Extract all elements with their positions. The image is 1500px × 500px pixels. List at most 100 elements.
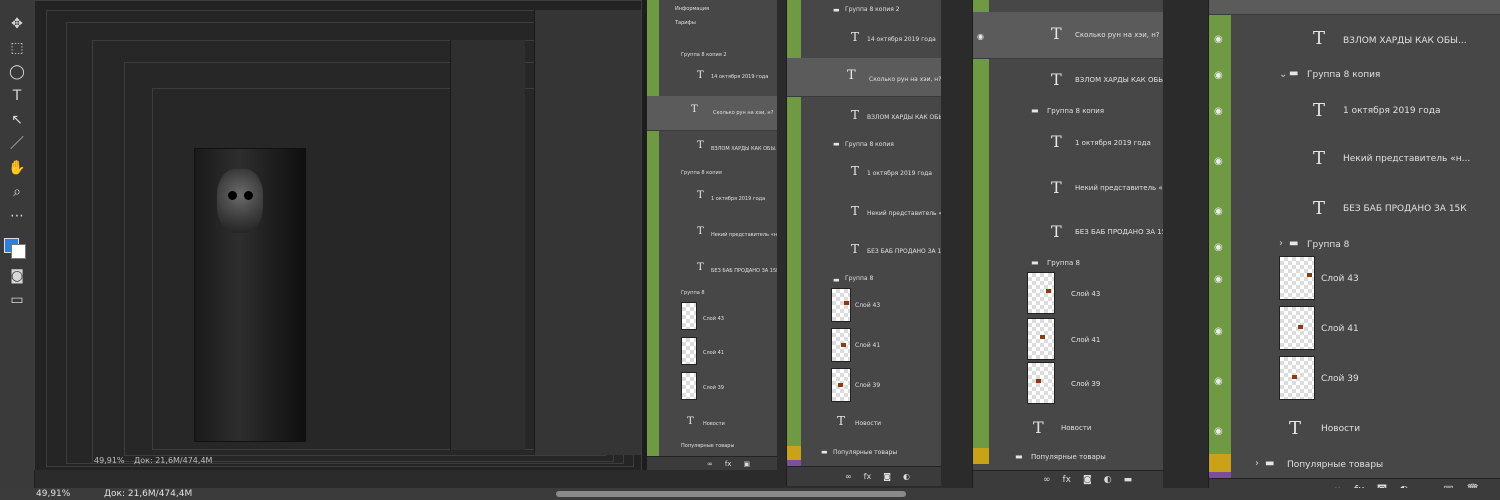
- layer-name: Слой 39: [855, 382, 881, 389]
- tools-panel: ✥ ⬚ ◯ T ↖ ／ ✋ ⌕ ⋯ ◙ ▭: [0, 0, 35, 488]
- layer-name: Слой 43: [855, 302, 881, 309]
- eye-icon[interactable]: ◉: [1214, 156, 1223, 167]
- layer-name: Сколько рун на хэи, н?: [869, 76, 941, 83]
- adjustment-icon[interactable]: ◐: [1104, 471, 1112, 488]
- text-layer-icon: T: [851, 204, 860, 218]
- link-icon[interactable]: ∞: [845, 467, 852, 486]
- lasso-tool-icon[interactable]: ◯: [7, 62, 27, 82]
- link-icon[interactable]: ∞: [707, 457, 713, 470]
- layer-row-selected[interactable]: [1209, 0, 1500, 15]
- layer-name: Информация: [675, 6, 710, 12]
- path-selection-tool-icon[interactable]: ↖: [7, 110, 27, 130]
- layer-name: Популярные товары: [833, 449, 898, 456]
- eye-icon[interactable]: ◉: [977, 32, 984, 41]
- more-tools-icon[interactable]: ⋯: [7, 206, 27, 226]
- layers-panel-footer: ∞fx◙◐▬▣🗑: [787, 466, 941, 486]
- document-size: Док: 21,6M/474,4M: [104, 489, 193, 499]
- layers-panel-small: Информация Тарифы Группа 8 копия 2 T 14 …: [646, 0, 777, 470]
- layer-name: ВЗЛОМ ХАРДЫ КАК ОБЫ...: [711, 146, 777, 152]
- zoom-tool-icon[interactable]: ⌕: [7, 182, 27, 202]
- text-layer-icon: T: [1289, 418, 1302, 439]
- eye-icon[interactable]: ◉: [1214, 326, 1223, 337]
- creepy-face: [217, 169, 263, 233]
- layer-name: Группа 8 копия: [1047, 107, 1105, 115]
- layer-name: Сколько рун на хэи, н?: [713, 110, 774, 116]
- eye-icon[interactable]: ◉: [1214, 206, 1223, 217]
- eye-icon[interactable]: ◉: [1214, 242, 1223, 253]
- layer-name: Группа 8 копия 2: [681, 52, 727, 58]
- layer-name: Слой 39: [703, 385, 724, 391]
- eye-icon[interactable]: ◉: [1214, 70, 1223, 81]
- layer-thumbnail: [681, 337, 697, 365]
- layer-name: Группа 8: [845, 275, 874, 282]
- expand-chevron-icon[interactable]: ⌄: [1279, 69, 1287, 80]
- mask-icon[interactable]: ◙: [883, 467, 891, 486]
- line-tool-icon[interactable]: ／: [7, 134, 27, 154]
- text-layer-icon: T: [1313, 100, 1326, 121]
- text-layer-icon: T: [1051, 70, 1062, 89]
- eye-icon[interactable]: ◉: [1214, 376, 1223, 387]
- layer-name: Слой 41: [1321, 324, 1359, 334]
- zoom-level[interactable]: 49,91%: [36, 489, 70, 499]
- layer-name: 1 октября 2019 года: [711, 196, 766, 202]
- layer-name: Новости: [855, 420, 882, 427]
- visibility-column: [973, 0, 989, 448]
- new-layer-icon[interactable]: ▣: [743, 457, 750, 470]
- layer-name: Слой 39: [1071, 380, 1101, 388]
- text-layer-icon: T: [851, 30, 860, 44]
- screen-mode-icon[interactable]: ▭: [7, 290, 27, 310]
- face-eye: [228, 191, 237, 200]
- adjustment-icon[interactable]: ◐: [903, 467, 910, 486]
- layer-name: ВЗЛОМ ХАРДЫ КАК ОБЫ...: [867, 114, 941, 121]
- fx-icon[interactable]: fx: [1063, 471, 1072, 488]
- nested-status-doc: Док: 21,6M/474,4M: [134, 456, 213, 465]
- text-layer-icon: T: [697, 140, 704, 151]
- quick-mask-icon[interactable]: ◙: [7, 266, 27, 286]
- move-tool-icon[interactable]: ✥: [7, 14, 27, 34]
- layer-name: Новости: [1061, 424, 1092, 432]
- fx-icon[interactable]: fx: [864, 467, 872, 486]
- eye-icon[interactable]: ◉: [1214, 34, 1223, 45]
- layer-name: Слой 43: [1321, 274, 1359, 284]
- folder-icon: ▬: [1289, 68, 1299, 79]
- type-tool-icon[interactable]: T: [7, 86, 27, 106]
- layers-panel-medium: ▬ Группа 8 копия 2 T 14 октября 2019 год…: [786, 0, 941, 486]
- eye-icon[interactable]: ◉: [1214, 426, 1223, 437]
- background-color-swatch[interactable]: [11, 244, 26, 259]
- layer-name: Группа 8 копия: [845, 141, 894, 148]
- marquee-tool-icon[interactable]: ⬚: [7, 38, 27, 58]
- nested-layers-panel: [534, 10, 641, 455]
- text-layer-icon: T: [837, 414, 846, 428]
- layer-name: Группа 8: [681, 290, 705, 296]
- folder-icon: ▬: [1289, 238, 1299, 249]
- expand-chevron-icon[interactable]: ›: [1255, 458, 1259, 469]
- mask-icon[interactable]: ◙: [1083, 471, 1092, 488]
- link-icon[interactable]: ∞: [1043, 471, 1051, 488]
- nested-screenshot-area: 49,91% Док: 21,6M/474,4M: [34, 0, 646, 470]
- layer-name: Слой 41: [855, 342, 881, 349]
- layers-panel-main: ◉ T ВЗЛОМ ХАРДЫ КАК ОБЫ... ◉ ⌄ ▬ Группа …: [1208, 0, 1500, 500]
- layer-name: 14 октября 2019 года: [867, 36, 936, 43]
- group-icon[interactable]: ▬: [1124, 471, 1133, 488]
- layer-name: БЕЗ БАБ ПРОДАНО ЗА 15К: [1343, 204, 1467, 214]
- layer-name: Некий представитель «н...: [867, 210, 941, 217]
- fx-icon[interactable]: fx: [725, 457, 732, 470]
- layer-name: Группа 8 копия 2: [845, 6, 900, 13]
- text-layer-icon: T: [697, 70, 704, 81]
- artwork-image: [194, 148, 306, 442]
- eye-icon[interactable]: ◉: [1214, 274, 1223, 285]
- layers-panel-large: ◉ T Сколько рун на хэи, н? T ВЗЛОМ ХАРДЫ…: [972, 0, 1163, 488]
- hand-tool-icon[interactable]: ✋: [7, 158, 27, 178]
- text-layer-icon: T: [1051, 178, 1062, 197]
- layer-thumbnail: [681, 302, 697, 330]
- expand-chevron-icon[interactable]: ›: [1279, 238, 1283, 249]
- layer-name: Слой 41: [1071, 336, 1101, 344]
- layer-thumbnail: [831, 328, 851, 362]
- layer-name: Сколько рун на хэи, н?: [1075, 31, 1160, 39]
- layer-name: Слой 41: [703, 350, 724, 356]
- horizontal-scrollbar[interactable]: [556, 491, 906, 497]
- eye-icon[interactable]: ◉: [1214, 106, 1223, 117]
- layer-name: Слой 43: [703, 316, 724, 322]
- layers-panel-footer: ∞fx▣🗑: [647, 456, 777, 470]
- layer-thumbnail: [1279, 306, 1315, 350]
